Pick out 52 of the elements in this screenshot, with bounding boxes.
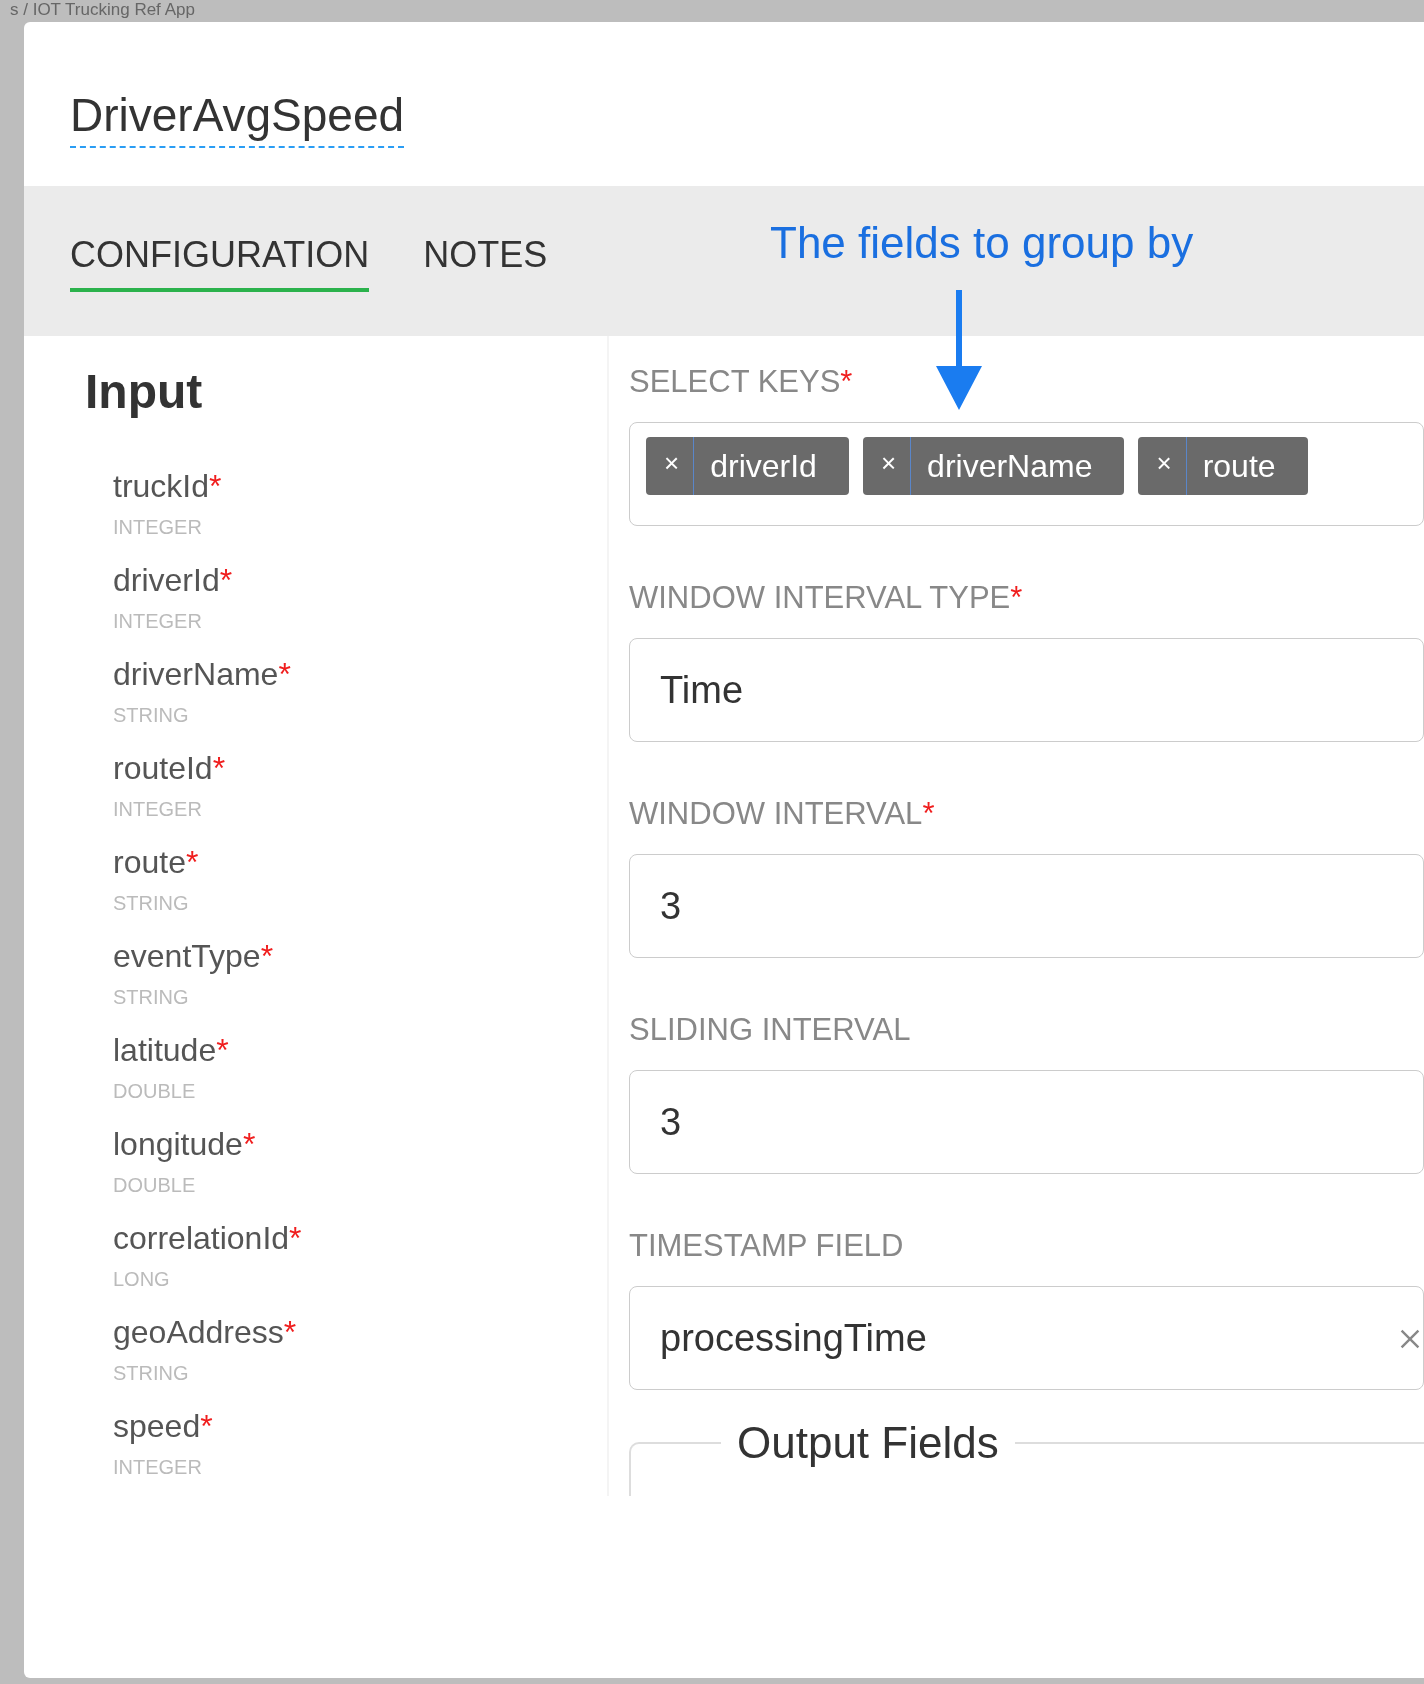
field-type: DOUBLE [113, 1079, 197, 1104]
key-tag[interactable]: × driverName [862, 437, 1125, 495]
field-name: driverName* [113, 655, 292, 693]
field-name: route* [113, 843, 200, 881]
field-type: INTEGER [113, 1455, 203, 1480]
remove-tag-button[interactable]: × [646, 437, 695, 495]
tag-label: driverId [709, 447, 818, 485]
key-tag[interactable]: × route [1138, 437, 1308, 495]
field-type: STRING [113, 1361, 190, 1386]
breadcrumb: s / IOT Trucking Ref App [10, 0, 195, 20]
dialog-title[interactable]: DriverAvgSpeed [70, 88, 405, 148]
select-field[interactable]: processingTime [629, 1286, 1424, 1390]
field-value: processingTime [660, 1316, 927, 1360]
annotation-text: The fields to group by [770, 218, 1194, 268]
field-name: geoAddress* [113, 1313, 298, 1351]
field-name: eventType* [113, 937, 275, 975]
input-field[interactable]: 3 [629, 854, 1424, 958]
field-name: driverId* [113, 561, 234, 599]
field-type: STRING [113, 703, 190, 728]
input-field[interactable]: 3 [629, 1070, 1424, 1174]
field-name: latitude* [113, 1031, 230, 1069]
tab[interactable]: NOTES [423, 234, 548, 292]
field-name: speed* [113, 1407, 214, 1445]
field-value: Time [660, 668, 744, 712]
field-type: LONG [113, 1267, 171, 1292]
keys-field[interactable]: × driverId × driverName × route [629, 422, 1424, 526]
remove-tag-button[interactable]: × [1138, 437, 1187, 495]
field-label: TIMESTAMP FIELD [629, 1227, 905, 1265]
field-label: SELECT KEYS* [629, 363, 854, 401]
remove-tag-button[interactable]: × [862, 437, 912, 495]
field-label: WINDOW INTERVAL* [629, 795, 936, 833]
tag-label: driverName [926, 447, 1094, 485]
section-heading: Input [85, 364, 204, 419]
field-name: correlationId* [113, 1219, 303, 1257]
field-value: 3 [660, 1100, 682, 1144]
field-type: STRING [113, 891, 190, 916]
field-name: routeId* [113, 749, 227, 787]
select-field[interactable]: Time [629, 638, 1424, 742]
tab[interactable]: CONFIGURATION [70, 234, 370, 292]
field-value: 3 [660, 884, 682, 928]
field-label: WINDOW INTERVAL TYPE* [629, 579, 1024, 617]
field-name: truckId* [113, 467, 223, 505]
field-type: INTEGER [113, 515, 203, 540]
field-name: longitude* [113, 1125, 257, 1163]
field-type: INTEGER [113, 797, 203, 822]
tag-label: route [1201, 447, 1277, 485]
field-type: STRING [113, 985, 190, 1010]
field-type: INTEGER [113, 609, 203, 634]
key-tag[interactable]: × driverId [646, 437, 849, 495]
field-label: SLIDING INTERVAL [629, 1011, 912, 1049]
clear-icon[interactable] [1398, 1327, 1422, 1351]
field-type: DOUBLE [113, 1173, 197, 1198]
